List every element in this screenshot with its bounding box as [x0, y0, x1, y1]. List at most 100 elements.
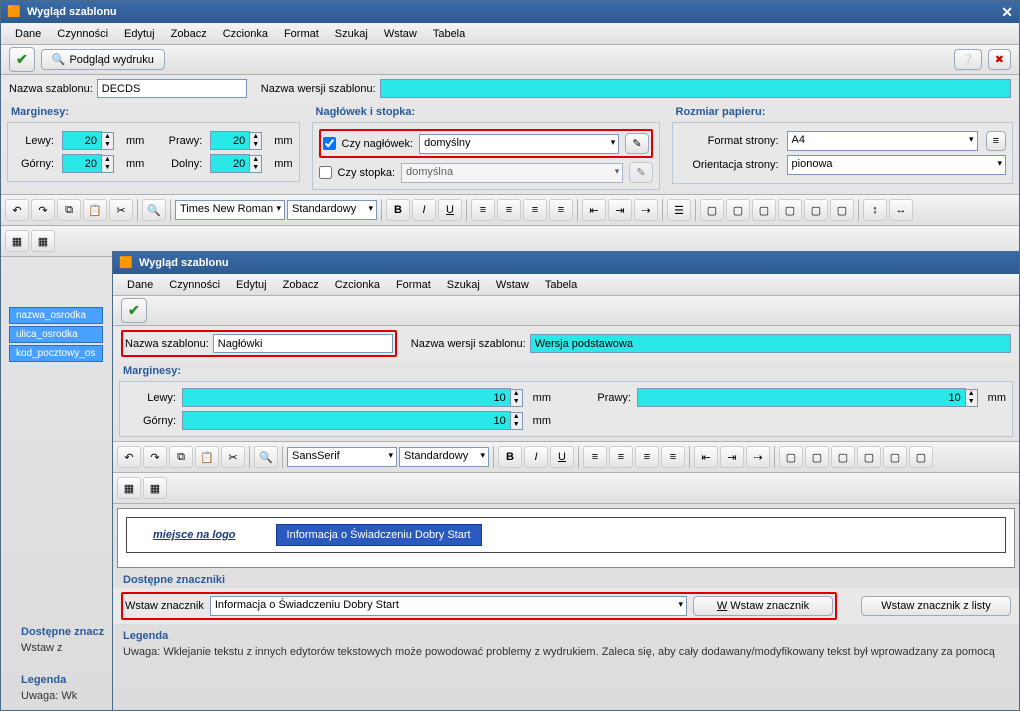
- margin-right-input[interactable]: [210, 131, 250, 150]
- border5-button[interactable]: ▢: [883, 446, 907, 468]
- border4-button[interactable]: ▢: [778, 199, 802, 221]
- align-right-button[interactable]: ≡: [523, 199, 547, 221]
- underline-button[interactable]: U: [550, 446, 574, 468]
- copy-button[interactable]: ⧉: [169, 446, 193, 468]
- menu-zobacz[interactable]: Zobacz: [275, 277, 327, 293]
- spinner-icon[interactable]: ▲▼: [511, 389, 523, 407]
- tag-item[interactable]: kod_pocztowy_os: [9, 345, 103, 362]
- version-input[interactable]: [380, 79, 1011, 98]
- style-select[interactable]: Standardowy: [287, 200, 377, 220]
- indent-left-button[interactable]: ⇤: [694, 446, 718, 468]
- underline-button[interactable]: U: [438, 199, 462, 221]
- move-side-button[interactable]: ↔: [889, 199, 913, 221]
- spinner-icon[interactable]: ▲▼: [102, 155, 114, 173]
- indent-right-button[interactable]: ⇥: [720, 446, 744, 468]
- cut-button[interactable]: ✂: [221, 446, 245, 468]
- border5-button[interactable]: ▢: [804, 199, 828, 221]
- align-center-button[interactable]: ≡: [609, 446, 633, 468]
- border2-button[interactable]: ▢: [805, 446, 829, 468]
- format-select[interactable]: A4: [787, 131, 978, 151]
- spinner-icon[interactable]: ▲▼: [250, 132, 262, 150]
- insert-marker-button[interactable]: WWstaw znacznik: [693, 596, 833, 616]
- cancel-button[interactable]: ✖: [988, 49, 1011, 70]
- undo-button[interactable]: ↶: [117, 446, 141, 468]
- align-justify-button[interactable]: ≡: [549, 199, 573, 221]
- menu-wstaw[interactable]: Wstaw: [488, 277, 537, 293]
- italic-button[interactable]: I: [524, 446, 548, 468]
- help-button[interactable]: ❔: [954, 49, 982, 70]
- border2-button[interactable]: ▢: [726, 199, 750, 221]
- move-up-button[interactable]: ↕: [863, 199, 887, 221]
- style-select[interactable]: Standardowy: [399, 447, 489, 467]
- font-select[interactable]: Times New Roman: [175, 200, 285, 220]
- align-justify-button[interactable]: ≡: [661, 446, 685, 468]
- redo-button[interactable]: ↷: [31, 199, 55, 221]
- border4-button[interactable]: ▢: [857, 446, 881, 468]
- tag-item[interactable]: ulica_osrodka: [9, 326, 103, 343]
- border3-button[interactable]: ▢: [831, 446, 855, 468]
- spinner-icon[interactable]: ▲▼: [250, 155, 262, 173]
- c-top-input[interactable]: [182, 411, 511, 430]
- info-tag[interactable]: Informacja o Świadczeniu Dobry Start: [276, 524, 482, 546]
- indent-right-button[interactable]: ⇥: [608, 199, 632, 221]
- indent-button[interactable]: ⇢: [746, 446, 770, 468]
- bold-button[interactable]: B: [498, 446, 522, 468]
- header-select[interactable]: domyślny: [419, 134, 619, 154]
- menu-czynnosci[interactable]: Czynności: [49, 26, 116, 42]
- menu-format[interactable]: Format: [276, 26, 327, 42]
- italic-button[interactable]: I: [412, 199, 436, 221]
- margin-left-input[interactable]: [62, 131, 102, 150]
- list-button[interactable]: ☰: [667, 199, 691, 221]
- table1-button[interactable]: ▦: [5, 230, 29, 252]
- spinner-icon[interactable]: ▲▼: [966, 389, 978, 407]
- align-left-button[interactable]: ≡: [471, 199, 495, 221]
- menu-tabela[interactable]: Tabela: [425, 26, 473, 42]
- menu-edytuj[interactable]: Edytuj: [228, 277, 275, 293]
- c-right-input[interactable]: [637, 388, 966, 407]
- cut-button[interactable]: ✂: [109, 199, 133, 221]
- confirm-button[interactable]: ✔: [9, 47, 35, 72]
- child-version-input[interactable]: [530, 334, 1011, 353]
- undo-button[interactable]: ↶: [5, 199, 29, 221]
- menu-czcionka[interactable]: Czcionka: [215, 26, 276, 42]
- menu-dane[interactable]: Dane: [7, 26, 49, 42]
- template-name-input[interactable]: [97, 79, 247, 98]
- menu-czcionka[interactable]: Czcionka: [327, 277, 388, 293]
- indent-left-button[interactable]: ⇤: [582, 199, 606, 221]
- editor-canvas[interactable]: miejsce na logo Informacja o Świadczeniu…: [117, 508, 1015, 568]
- tag-item[interactable]: nazwa_osrodka: [9, 307, 103, 324]
- zoom-button[interactable]: 🔍: [142, 199, 166, 221]
- border1-button[interactable]: ▢: [700, 199, 724, 221]
- confirm-button[interactable]: ✔: [121, 298, 147, 323]
- align-left-button[interactable]: ≡: [583, 446, 607, 468]
- marker-select[interactable]: Informacja o Świadczeniu Dobry Start: [210, 596, 687, 616]
- copy-button[interactable]: ⧉: [57, 199, 81, 221]
- border6-button[interactable]: ▢: [909, 446, 933, 468]
- menu-edytuj[interactable]: Edytuj: [116, 26, 163, 42]
- menu-zobacz[interactable]: Zobacz: [163, 26, 215, 42]
- spinner-icon[interactable]: ▲▼: [102, 132, 114, 150]
- orient-select[interactable]: pionowa: [787, 155, 1006, 175]
- menu-dane[interactable]: Dane: [119, 277, 161, 293]
- bold-button[interactable]: B: [386, 199, 410, 221]
- redo-button[interactable]: ↷: [143, 446, 167, 468]
- table2-button[interactable]: ▦: [143, 477, 167, 499]
- print-preview-button[interactable]: 🔍 Podgląd wydruku: [41, 49, 165, 70]
- font-select[interactable]: SansSerif: [287, 447, 397, 467]
- border6-button[interactable]: ▢: [830, 199, 854, 221]
- zoom-button[interactable]: 🔍: [254, 446, 278, 468]
- align-right-button[interactable]: ≡: [635, 446, 659, 468]
- spinner-icon[interactable]: ▲▼: [511, 412, 523, 430]
- paste-button[interactable]: 📋: [195, 446, 219, 468]
- footer-checkbox[interactable]: [319, 166, 332, 179]
- border3-button[interactable]: ▢: [752, 199, 776, 221]
- header-checkbox[interactable]: [323, 137, 336, 150]
- menu-szukaj[interactable]: Szukaj: [439, 277, 488, 293]
- margin-top-input[interactable]: [62, 154, 102, 173]
- paste-button[interactable]: 📋: [83, 199, 107, 221]
- border1-button[interactable]: ▢: [779, 446, 803, 468]
- menu-format[interactable]: Format: [388, 277, 439, 293]
- child-name-input[interactable]: [213, 334, 393, 353]
- c-left-input[interactable]: [182, 388, 511, 407]
- menu-wstaw[interactable]: Wstaw: [376, 26, 425, 42]
